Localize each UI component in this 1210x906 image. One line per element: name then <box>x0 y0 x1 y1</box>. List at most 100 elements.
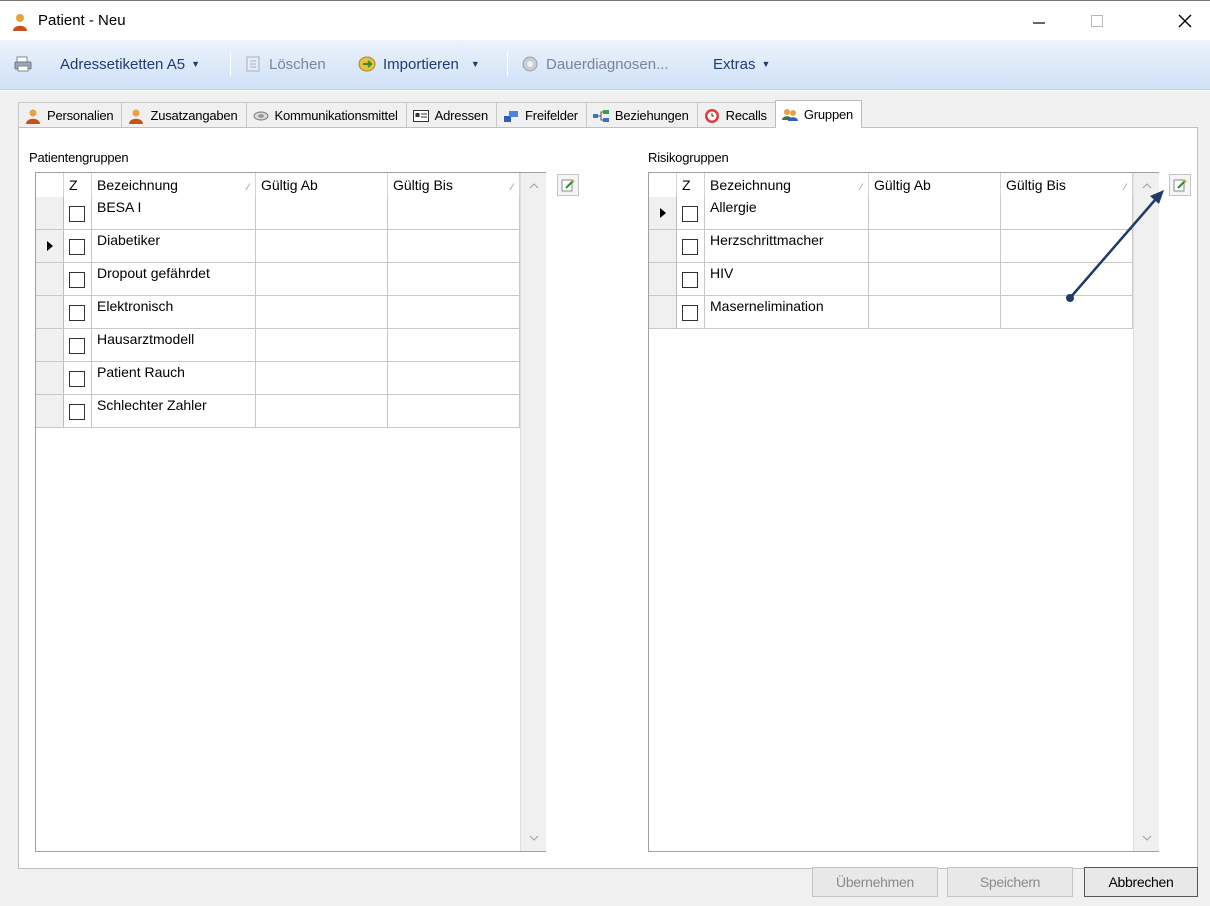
gueltig-bis-cell[interactable] <box>388 395 520 428</box>
header-gueltig-ab[interactable]: Gültig Ab <box>869 173 1001 197</box>
row-checkbox[interactable] <box>69 206 85 222</box>
cancel-button[interactable]: Abbrechen <box>1084 867 1198 897</box>
row-selector[interactable] <box>649 263 677 296</box>
row-checkbox[interactable] <box>682 239 698 255</box>
extras-menu[interactable]: Extras ▼ <box>713 51 770 77</box>
gueltig-bis-cell[interactable] <box>388 362 520 395</box>
row-selector[interactable] <box>649 197 677 230</box>
bezeichnung-cell[interactable]: Herzschrittmacher <box>705 230 869 263</box>
row-checkbox[interactable] <box>69 272 85 288</box>
header-z[interactable]: Z <box>64 173 92 197</box>
row-checkbox[interactable] <box>69 338 85 354</box>
gueltig-bis-cell[interactable] <box>388 329 520 362</box>
bezeichnung-cell[interactable]: Schlechter Zahler <box>92 395 256 428</box>
row-checkbox[interactable] <box>69 239 85 255</box>
gueltig-bis-cell[interactable] <box>388 263 520 296</box>
print-button[interactable] <box>14 51 39 77</box>
header-bezeichnung[interactable]: Bezeichnung ⁄ <box>92 173 256 197</box>
table-row[interactable]: Schlechter Zahler <box>36 395 520 428</box>
table-row[interactable]: Diabetiker <box>36 230 520 263</box>
save-button[interactable]: Speichern <box>947 867 1073 897</box>
row-selector[interactable] <box>36 296 64 329</box>
table-row[interactable]: Patient Rauch <box>36 362 520 395</box>
header-gueltig-bis[interactable]: Gültig Bis ⁄ <box>388 173 520 197</box>
patientengruppen-edit-button[interactable] <box>557 174 579 196</box>
bezeichnung-cell[interactable]: HIV <box>705 263 869 296</box>
scroll-down-icon[interactable] <box>1141 833 1153 843</box>
gueltig-bis-cell[interactable] <box>1001 296 1133 329</box>
table-row[interactable]: Dropout gefährdet <box>36 263 520 296</box>
gueltig-ab-cell[interactable] <box>256 395 388 428</box>
scroll-down-icon[interactable] <box>528 833 540 843</box>
gueltig-bis-cell[interactable] <box>1001 263 1133 296</box>
gueltig-bis-cell[interactable] <box>388 230 520 263</box>
tab-beziehungen[interactable]: Beziehungen <box>585 102 698 128</box>
bezeichnung-cell[interactable]: Elektronisch <box>92 296 256 329</box>
bezeichnung-cell[interactable]: Patient Rauch <box>92 362 256 395</box>
close-button[interactable] <box>1162 7 1208 35</box>
permanent-diagnoses-button[interactable]: Dauerdiagnosen... <box>521 51 669 77</box>
bezeichnung-cell[interactable]: BESA I <box>92 197 256 230</box>
tab-personalien[interactable]: Personalien <box>18 102 123 128</box>
tab-adressen[interactable]: Adressen <box>405 102 497 128</box>
scroll-up-icon[interactable] <box>1141 181 1153 191</box>
gueltig-ab-cell[interactable] <box>256 230 388 263</box>
row-selector[interactable] <box>36 230 64 263</box>
table-row[interactable]: BESA I <box>36 197 520 230</box>
header-gueltig-ab[interactable]: Gültig Ab <box>256 173 388 197</box>
gueltig-bis-cell[interactable] <box>1001 230 1133 263</box>
delete-button[interactable]: Löschen <box>244 51 326 77</box>
bezeichnung-cell[interactable]: Diabetiker <box>92 230 256 263</box>
gueltig-ab-cell[interactable] <box>256 329 388 362</box>
bezeichnung-cell[interactable]: Dropout gefährdet <box>92 263 256 296</box>
table-row[interactable]: HIV <box>649 263 1133 296</box>
tab-gruppen[interactable]: Gruppen <box>774 100 863 128</box>
gueltig-ab-cell[interactable] <box>256 362 388 395</box>
row-selector[interactable] <box>649 296 677 329</box>
scroll-up-icon[interactable] <box>528 181 540 191</box>
gueltig-ab-cell[interactable] <box>256 263 388 296</box>
gueltig-bis-cell[interactable] <box>388 197 520 230</box>
tab-kommunikationsmittel[interactable]: Kommunikationsmittel <box>245 102 407 128</box>
row-checkbox[interactable] <box>69 305 85 321</box>
row-selector[interactable] <box>36 362 64 395</box>
row-checkbox[interactable] <box>69 404 85 420</box>
gueltig-ab-cell[interactable] <box>256 197 388 230</box>
risikogruppen-edit-button[interactable] <box>1169 174 1191 196</box>
table-row[interactable]: Herzschrittmacher <box>649 230 1133 263</box>
minimize-button[interactable] <box>1016 7 1062 35</box>
row-selector[interactable] <box>36 197 64 230</box>
row-selector[interactable] <box>36 395 64 428</box>
header-gueltig-bis[interactable]: Gültig Bis ⁄ <box>1001 173 1133 197</box>
gueltig-bis-cell[interactable] <box>388 296 520 329</box>
bezeichnung-cell[interactable]: Allergie <box>705 197 869 230</box>
row-checkbox[interactable] <box>682 206 698 222</box>
maximize-button[interactable] <box>1074 7 1120 35</box>
gueltig-bis-cell[interactable] <box>1001 197 1133 230</box>
import-button[interactable]: Importieren ▼ <box>358 51 480 77</box>
tab-recalls[interactable]: Recalls <box>696 102 776 128</box>
row-selector[interactable] <box>36 329 64 362</box>
address-labels-a5-button[interactable]: Adressetiketten A5 ▼ <box>60 51 200 77</box>
vertical-scrollbar[interactable] <box>520 173 546 851</box>
row-checkbox[interactable] <box>69 371 85 387</box>
header-z[interactable]: Z <box>677 173 705 197</box>
gueltig-ab-cell[interactable] <box>256 296 388 329</box>
tab-freifelder[interactable]: Freifelder <box>496 102 587 128</box>
row-selector[interactable] <box>36 263 64 296</box>
bezeichnung-cell[interactable]: Hausarztmodell <box>92 329 256 362</box>
table-row[interactable]: Hausarztmodell <box>36 329 520 362</box>
bezeichnung-cell[interactable]: Masernelimination <box>705 296 869 329</box>
table-row[interactable]: Elektronisch <box>36 296 520 329</box>
gueltig-ab-cell[interactable] <box>869 230 1001 263</box>
row-selector[interactable] <box>649 230 677 263</box>
gueltig-ab-cell[interactable] <box>869 197 1001 230</box>
apply-button[interactable]: Übernehmen <box>812 867 938 897</box>
gueltig-ab-cell[interactable] <box>869 296 1001 329</box>
header-bezeichnung[interactable]: Bezeichnung ⁄ <box>705 173 869 197</box>
row-checkbox[interactable] <box>682 272 698 288</box>
table-row[interactable]: Masernelimination <box>649 296 1133 329</box>
table-row[interactable]: Allergie <box>649 197 1133 230</box>
row-checkbox[interactable] <box>682 305 698 321</box>
tab-zusatzangaben[interactable]: Zusatzangaben <box>121 102 247 128</box>
